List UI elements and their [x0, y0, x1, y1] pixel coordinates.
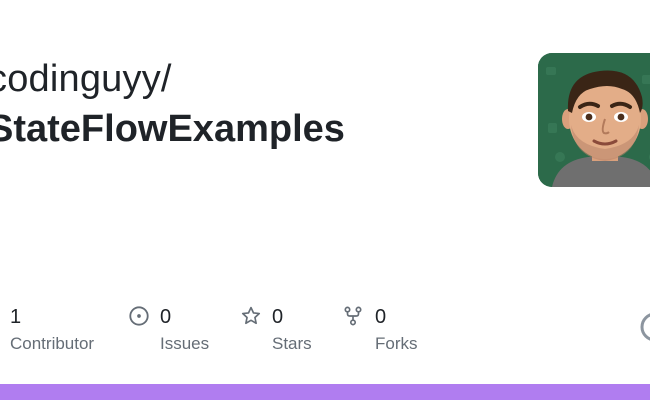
- repo-forked-icon: [344, 306, 362, 326]
- owner-avatar[interactable]: [538, 53, 650, 187]
- avatar-image: [538, 53, 650, 187]
- language-bar: [0, 384, 650, 400]
- stat-issues[interactable]: 0 Issues: [125, 300, 225, 360]
- repo-stats: 1 Contributor 0 Issues 0 Stars 0 Forks: [0, 300, 650, 360]
- contributors-label: Contributor: [10, 334, 95, 353]
- stars-count: 0: [272, 306, 284, 328]
- forks-count: 0: [375, 306, 387, 328]
- stat-contributors[interactable]: 1 Contributor: [0, 300, 110, 360]
- issues-label: Issues: [160, 334, 210, 353]
- star-icon: [241, 306, 261, 325]
- forks-label: Forks: [375, 334, 418, 353]
- issue-opened-icon: [129, 306, 149, 326]
- repo-social-card: codinguyy/ StateFlowExamples 1 Contribut…: [0, 0, 650, 400]
- repo-name[interactable]: StateFlowExamples: [0, 106, 345, 152]
- stars-label: Stars: [272, 334, 312, 353]
- stat-stars[interactable]: 0 Stars: [237, 300, 337, 360]
- stat-forks[interactable]: 0 Forks: [340, 300, 450, 360]
- issues-count: 0: [160, 306, 172, 328]
- repo-owner[interactable]: codinguyy/: [0, 56, 172, 102]
- github-logo-icon: [640, 313, 650, 341]
- contributors-count: 1: [10, 306, 22, 328]
